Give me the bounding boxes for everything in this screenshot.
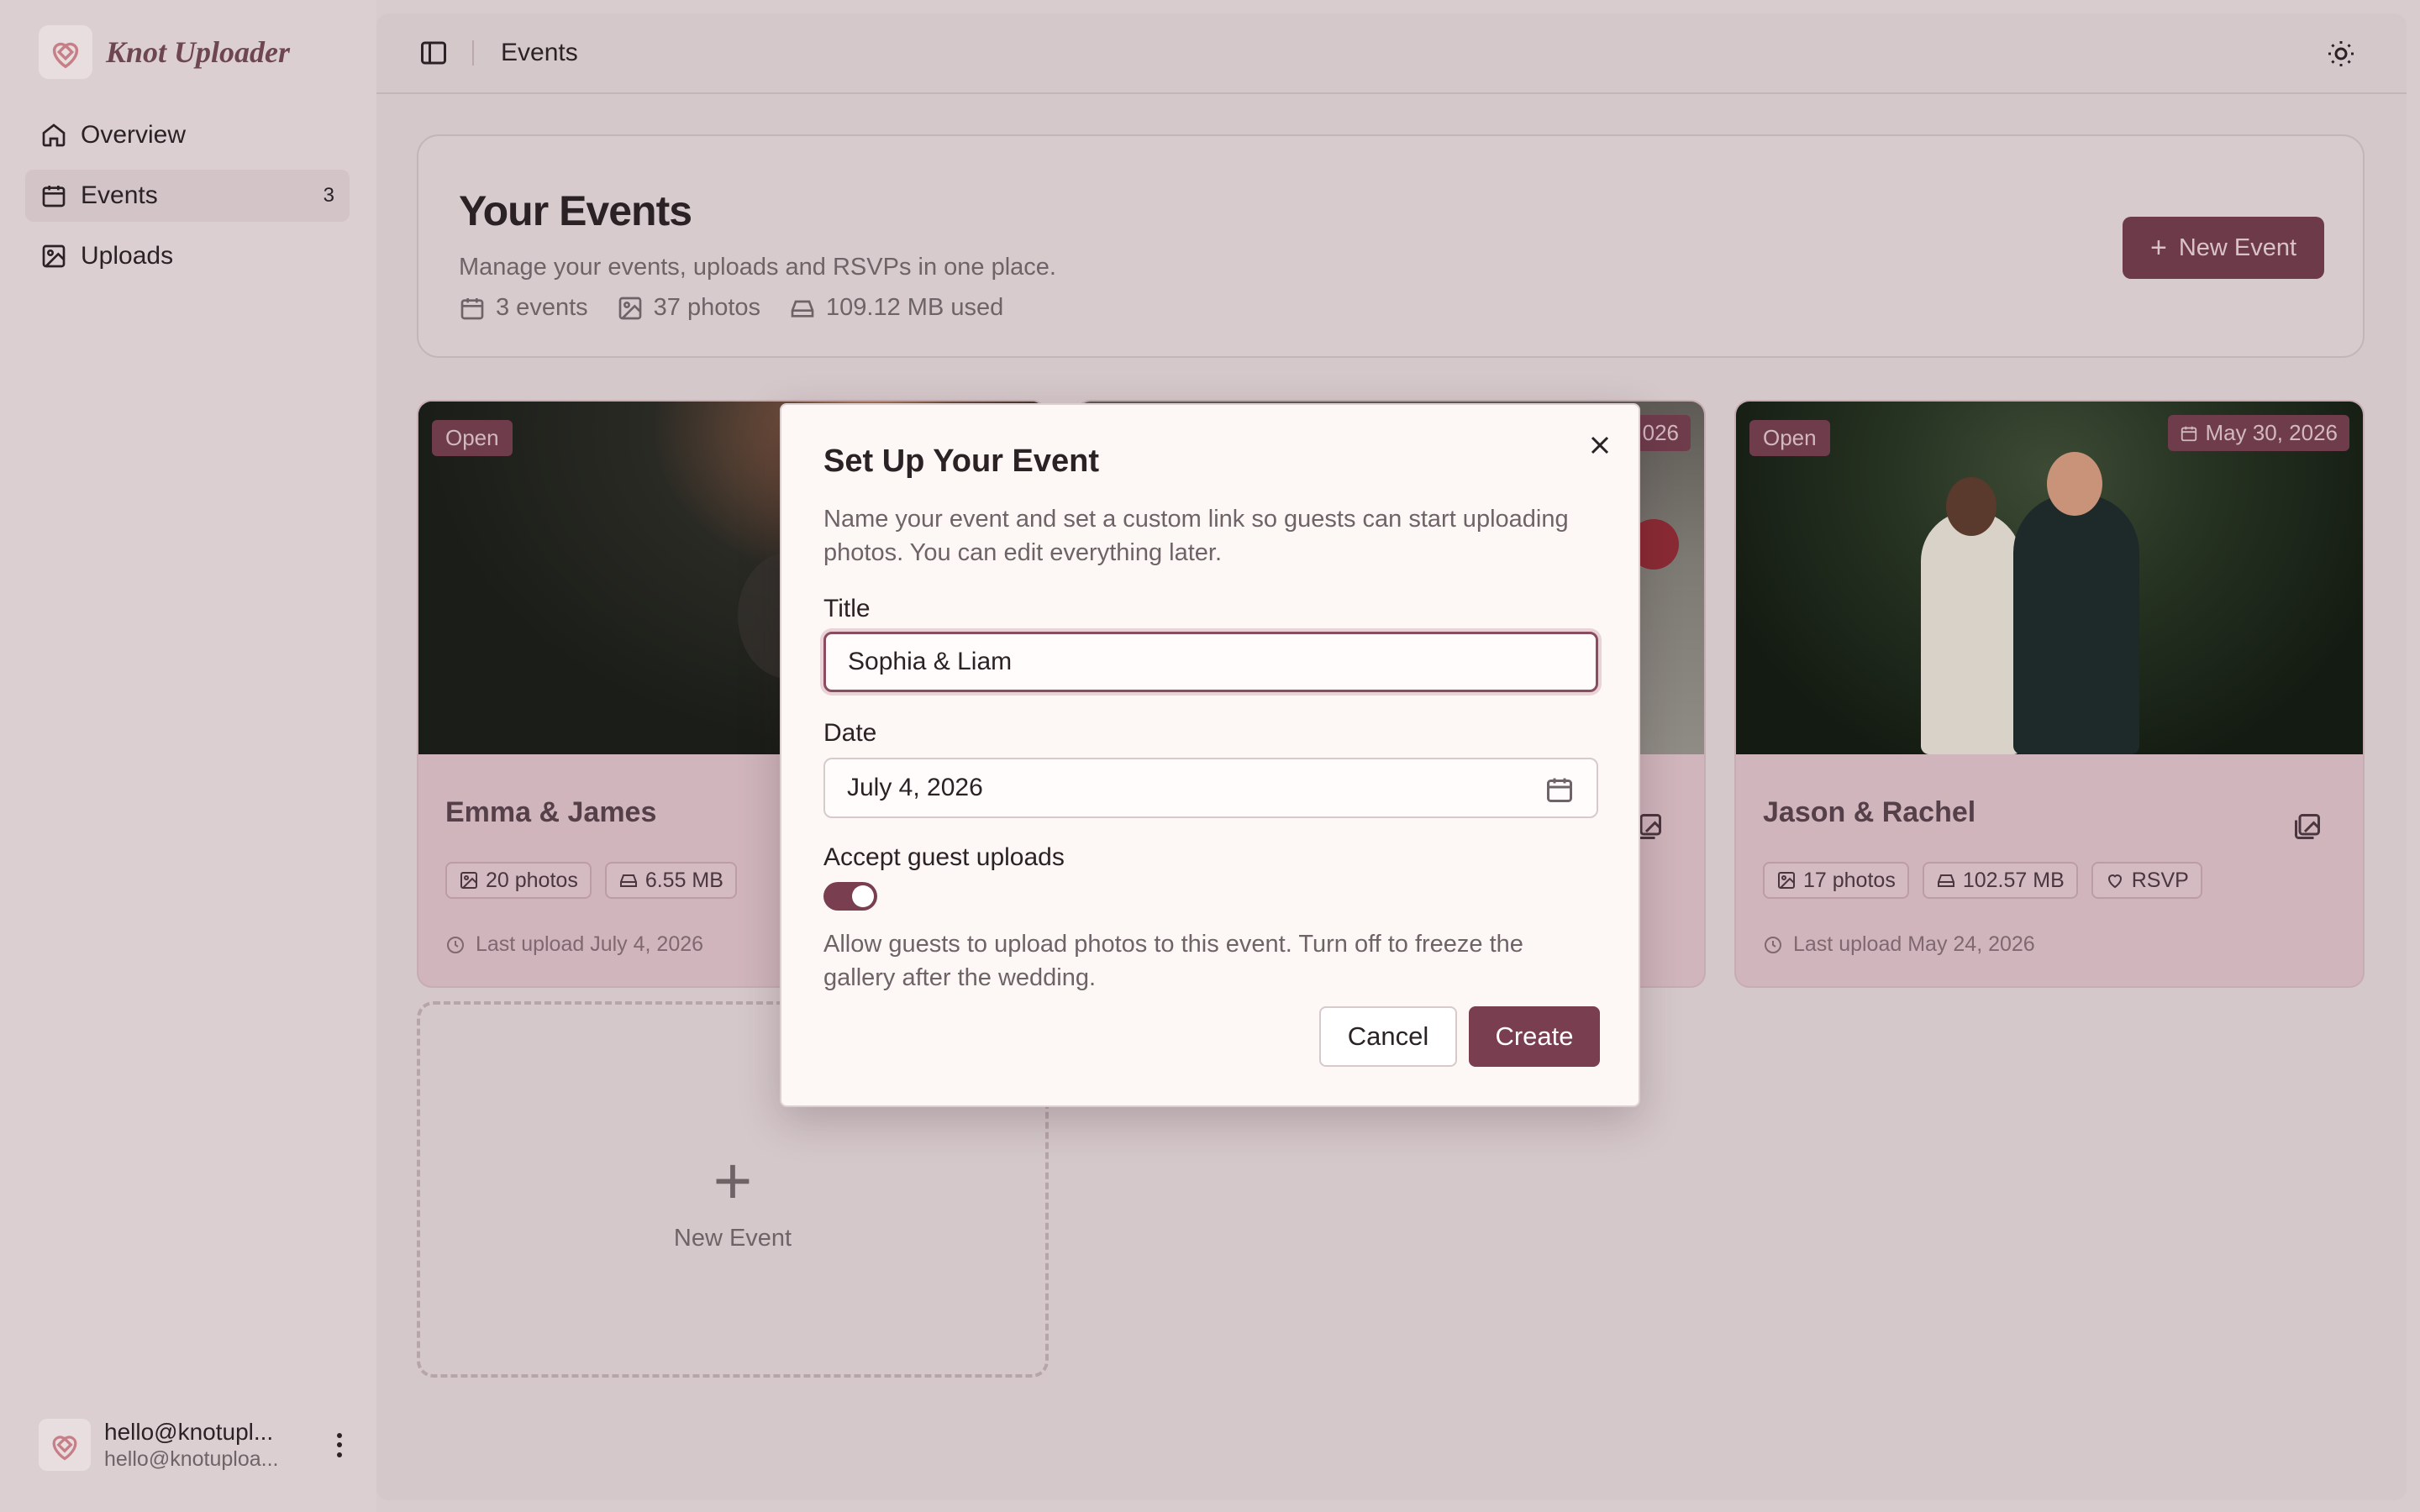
sidebar-item-label: Overview <box>81 121 187 149</box>
user-account[interactable]: hello@knotupl... hello@knotuploa... <box>39 1416 350 1473</box>
rsvp-chip-label: RSVP <box>2131 868 2189 892</box>
calendar-icon <box>2181 426 2197 441</box>
heart-icon <box>2107 874 2122 889</box>
clock-icon <box>447 936 464 953</box>
app-name: Knot Uploader <box>106 35 291 69</box>
status-badge: Open <box>1749 420 1830 456</box>
user-email: hello@knotuploa... <box>104 1446 279 1471</box>
sidebar: Knot Uploader Overview Events 3 Uploads … <box>0 0 376 1512</box>
stat-storage-label: 109.12 MB used <box>826 294 1004 321</box>
stat-photos: 37 photos <box>617 294 760 322</box>
rsvp-chip[interactable]: RSVP <box>2091 862 2202 899</box>
sidebar-nav: Overview Events 3 Uploads <box>25 109 350 291</box>
event-chips: 17 photos 102.57 MB RSVP <box>1763 862 2202 899</box>
avatar <box>39 1419 91 1471</box>
sidebar-item-events[interactable]: Events 3 <box>25 170 350 222</box>
date-badge-text: May 30, 2026 <box>2205 420 2338 445</box>
new-event-button[interactable]: + New Event <box>2123 217 2324 279</box>
event-chips: 20 photos 6.55 MB <box>445 862 737 899</box>
size-chip-label: 6.55 MB <box>644 868 723 892</box>
date-badge: May 30, 2026 <box>2168 415 2349 451</box>
hard-drive-icon <box>619 874 637 887</box>
calendar-icon <box>42 186 66 207</box>
panel-left-icon[interactable] <box>418 38 449 68</box>
title-input-value: Sophia & Liam <box>848 648 1013 675</box>
date-label: Date <box>823 719 877 747</box>
sun-icon[interactable] <box>2326 39 2356 69</box>
cancel-button[interactable]: Cancel <box>1319 1006 1457 1067</box>
image-icon <box>1778 872 1795 889</box>
date-picker[interactable]: July 4, 2026 <box>823 758 1598 818</box>
event-card-jason-rachel[interactable]: Open May 30, 2026 Jason & Rachel 17 phot… <box>1734 400 2365 988</box>
sidebar-item-label: Uploads <box>81 242 174 270</box>
new-event-button-label: New Event <box>2178 234 2297 261</box>
size-chip-label: 102.57 MB <box>1962 868 2065 892</box>
photos-chip: 20 photos <box>445 862 592 899</box>
brand[interactable]: Knot Uploader <box>39 25 290 79</box>
page-title: Your Events <box>459 187 692 234</box>
knot-heart-logo-icon <box>39 25 92 79</box>
last-upload-label: Last upload May 24, 2026 <box>1793 932 2035 956</box>
stat-events-label: 3 events <box>496 294 588 321</box>
stat-photos-label: 37 photos <box>653 294 761 321</box>
calendar-icon <box>460 297 484 319</box>
image-icon <box>460 872 477 889</box>
last-upload: Last upload July 4, 2026 <box>445 932 703 957</box>
more-vertical-icon[interactable] <box>329 1428 350 1462</box>
page-subtitle: Manage your events, uploads and RSVPs in… <box>459 254 1056 281</box>
date-picker-value: July 4, 2026 <box>847 774 983 801</box>
events-count-badge: 3 <box>323 184 334 207</box>
calendar-icon[interactable] <box>1544 774 1575 805</box>
last-upload-label: Last upload July 4, 2026 <box>476 932 704 956</box>
hard-drive-icon <box>1937 874 1954 887</box>
close-icon[interactable] <box>1585 430 1615 460</box>
home-icon <box>42 123 66 147</box>
new-event-card-label: New Event <box>673 1225 792 1252</box>
event-title: Jason & Rachel <box>1763 796 1976 828</box>
clock-icon <box>1765 936 1781 953</box>
create-button[interactable]: Create <box>1469 1006 1600 1067</box>
dialog-description: Name your event and set a custom link so… <box>823 506 1569 566</box>
photos-chip-label: 17 photos <box>1803 868 1896 892</box>
gallery-icon[interactable] <box>2292 811 2323 842</box>
sidebar-item-overview[interactable]: Overview <box>25 109 350 161</box>
toggle-knob <box>852 885 874 907</box>
breadcrumb: Events <box>501 39 578 66</box>
uploads-hint: Allow guests to upload photos to this ev… <box>823 931 1523 991</box>
user-name: hello@knotupl... <box>104 1419 274 1446</box>
events-summary: Your Events Manage your events, uploads … <box>417 134 2365 358</box>
status-badge: Open <box>432 420 513 456</box>
image-icon <box>618 297 641 319</box>
title-input[interactable]: Sophia & Liam <box>823 632 1598 692</box>
hard-drive-icon <box>791 300 814 318</box>
photos-chip: 17 photos <box>1763 862 1909 899</box>
plus-icon: + <box>713 1143 753 1218</box>
sidebar-item-label: Events <box>81 181 158 209</box>
size-chip: 102.57 MB <box>1922 862 2078 899</box>
image-icon <box>42 244 66 268</box>
title-label: Title <box>823 595 871 622</box>
event-cover-photo: Open May 30, 2026 <box>1736 402 2363 754</box>
sidebar-item-uploads[interactable]: Uploads <box>25 230 350 282</box>
top-bar: Events <box>376 13 2407 94</box>
accept-uploads-toggle[interactable] <box>823 882 877 911</box>
photos-chip-label: 20 photos <box>486 868 578 892</box>
stat-events: 3 events <box>459 294 588 322</box>
uploads-toggle-label: Accept guest uploads <box>823 843 1065 871</box>
date-badge-text: 026 <box>1642 420 1679 445</box>
plus-icon: + <box>2149 232 2167 264</box>
setup-event-dialog: Set Up Your Event Name your event and se… <box>780 403 1640 1107</box>
divider <box>472 40 474 66</box>
last-upload: Last upload May 24, 2026 <box>1763 932 2035 957</box>
stat-storage: 109.12 MB used <box>789 294 1003 322</box>
stats-row: 3 events 37 photos 109.12 MB used <box>459 294 1003 322</box>
dialog-title: Set Up Your Event <box>823 444 1099 479</box>
size-chip: 6.55 MB <box>604 862 737 899</box>
event-title: Emma & James <box>445 796 657 828</box>
